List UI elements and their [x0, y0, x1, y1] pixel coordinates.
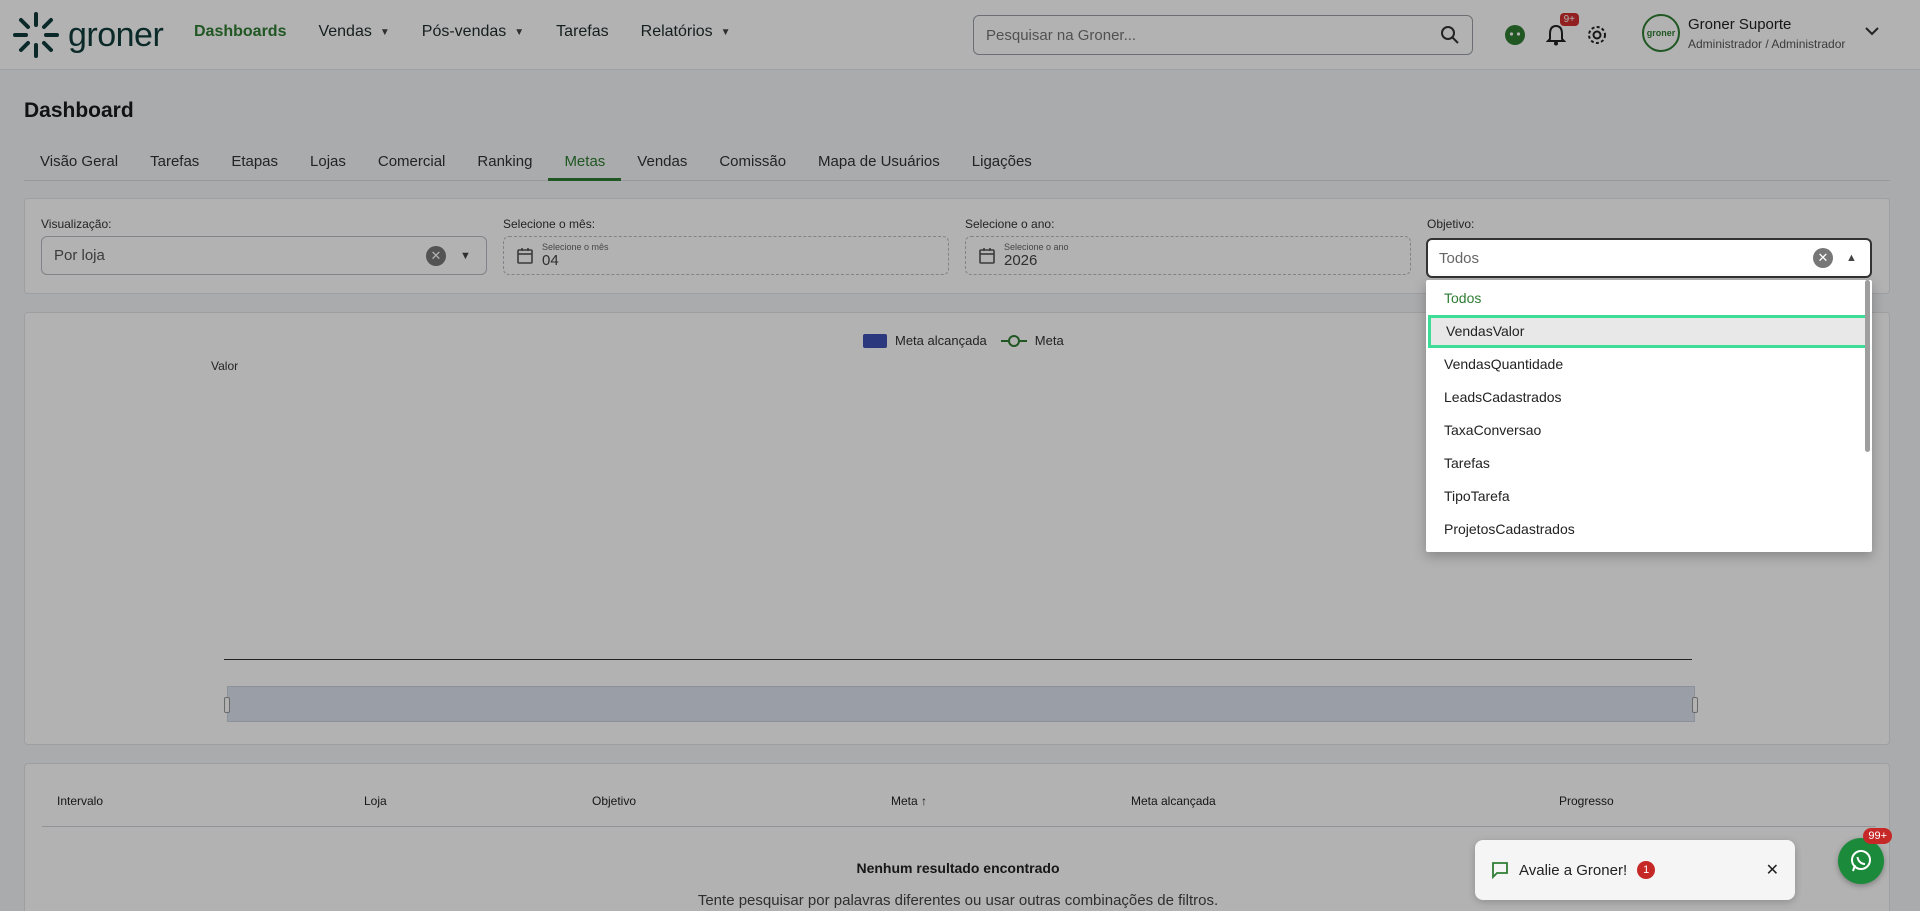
option-vendasvalor[interactable]: VendasValor — [1428, 315, 1870, 348]
option-tarefas[interactable]: Tarefas — [1426, 447, 1872, 480]
chat-bubble-icon — [1492, 862, 1508, 879]
option-leadscadastrados[interactable]: LeadsCadastrados — [1426, 381, 1872, 414]
option-taxaconversao[interactable]: TaxaConversao — [1426, 414, 1872, 447]
option-tipotarefa[interactable]: TipoTarefa — [1426, 480, 1872, 513]
whatsapp-badge: 99+ — [1863, 828, 1892, 844]
close-icon[interactable]: ✕ — [1766, 860, 1779, 880]
objetivo-value: Todos — [1439, 249, 1480, 267]
clear-icon[interactable]: ✕ — [1813, 248, 1833, 268]
option-projetoscadastrados[interactable]: ProjetosCadastrados — [1426, 513, 1872, 546]
objetivo-dropdown-menu: Todos VendasValor VendasQuantidade Leads… — [1426, 280, 1872, 552]
whatsapp-icon — [1851, 850, 1871, 872]
option-vendasquantidade[interactable]: VendasQuantidade — [1426, 348, 1872, 381]
toast-text: Avalie a Groner! — [1519, 861, 1628, 879]
objetivo-select[interactable]: Todos ✕ ▲ — [1426, 238, 1872, 278]
dropdown-scrollbar[interactable] — [1865, 280, 1870, 452]
caret-up-icon[interactable]: ▲ — [1846, 252, 1857, 264]
toast-count-badge: 1 — [1637, 861, 1656, 879]
whatsapp-button[interactable]: 99+ — [1838, 828, 1892, 884]
rating-toast[interactable]: Avalie a Groner! 1 ✕ — [1475, 840, 1795, 900]
option-todos[interactable]: Todos — [1426, 282, 1872, 315]
